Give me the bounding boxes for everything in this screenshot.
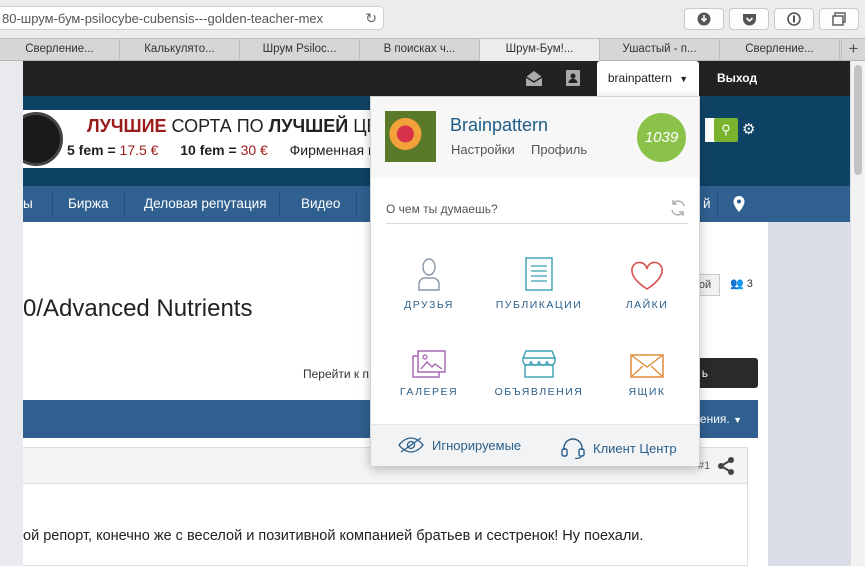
notifications-icon[interactable] [565, 69, 581, 87]
friends-label: ДРУЗЬЯ [404, 299, 454, 311]
status-placeholder: О чем ты думаешь? [386, 202, 498, 216]
site-topbar: brainpattern ▼ Выход [23, 61, 850, 98]
users-icon: 👥 [730, 278, 744, 290]
reload-icon[interactable]: ↻ [365, 10, 377, 27]
goto-link[interactable]: Перейти к п [303, 367, 369, 381]
search-icon: ⚲ [721, 122, 731, 137]
eye-slash-icon [398, 437, 424, 453]
refresh-icon[interactable] [668, 198, 688, 218]
followers-count: 👥 3 [730, 278, 753, 290]
gear-icon[interactable]: ⚙ [742, 120, 755, 138]
likes-link[interactable]: ЛАЙКИ [592, 249, 702, 319]
pocket-icon [742, 13, 756, 25]
info-circle-icon [787, 12, 801, 26]
seal-logo [23, 112, 63, 166]
friends-link[interactable]: ДРУЗЬЯ [374, 249, 484, 319]
browser-toolbar: 80-шрум-бум-psilocybe-cubensis---golden-… [0, 0, 865, 38]
ad-headline: ЛУЧШИЕ СОРТА ПО ЛУЧШЕЙ ЦЕН [87, 116, 383, 136]
nav-item-video[interactable]: Видео [291, 186, 350, 222]
nav-divider [279, 192, 280, 216]
person-icon [418, 258, 440, 291]
mail-icon [630, 354, 664, 378]
nav-item-exchange[interactable]: Биржа [58, 186, 118, 222]
status-input[interactable]: О чем ты думаешь? [386, 200, 688, 224]
browser-tab-active[interactable]: Шрум-Бум!... [480, 39, 600, 61]
download-button[interactable] [684, 8, 724, 30]
address-bar[interactable]: 80-шрум-бум-psilocybe-cubensis---golden-… [0, 6, 384, 30]
ad-prices: 5 fem = 17.5 € 10 fem = 30 € Фирменная н [67, 142, 376, 158]
store-icon [522, 350, 556, 378]
ignored-label: Игнорируемые [432, 437, 522, 453]
profile-name[interactable]: Brainpattern [450, 115, 548, 136]
user-menu-button[interactable]: brainpattern ▼ [597, 61, 699, 98]
classifieds-link[interactable]: ОБЪЯВЛЕНИЯ [484, 336, 594, 406]
download-icon [697, 12, 711, 26]
nav-item[interactable]: ы [13, 186, 43, 222]
browser-tab[interactable]: Шрум Psiloc... [240, 39, 360, 61]
gallery-link[interactable]: ГАЛЕРЕЯ [374, 336, 484, 406]
scrollbar-thumb[interactable] [854, 65, 862, 175]
nav-divider [52, 192, 53, 216]
caret-down-icon: ▼ [679, 74, 689, 84]
tabs-icon [832, 12, 846, 26]
page-scrollbar[interactable] [850, 61, 865, 566]
user-dropdown: Brainpattern Настройки Профиль 1039 О че… [370, 96, 700, 466]
banner-ad[interactable]: ЛУЧШИЕ СОРТА ПО ЛУЧШЕЙ ЦЕН 5 fem = 17.5 … [23, 110, 383, 168]
client-center-label: Клиент Центр [593, 440, 677, 456]
gallery-icon [412, 350, 446, 378]
ignored-link[interactable]: Игнорируемые [398, 437, 521, 453]
dropdown-header: Brainpattern Настройки Профиль 1039 [371, 97, 699, 178]
nav-divider [124, 192, 125, 216]
new-tab-button[interactable]: + [841, 39, 865, 61]
likes-label: ЛАЙКИ [625, 299, 669, 311]
password-button[interactable] [774, 8, 814, 30]
reputation-badge: 1039 [637, 113, 686, 162]
browser-tab[interactable]: Калькулято... [120, 39, 240, 61]
mailbox-link[interactable]: ЯЩИК [592, 336, 702, 406]
browser-tab[interactable]: Сверление... [720, 39, 840, 61]
document-icon [525, 257, 553, 291]
browser-tab[interactable]: Сверление... [0, 39, 120, 61]
username-label: brainpattern [607, 71, 672, 85]
avatar[interactable] [385, 111, 436, 162]
topic-options-dropdown[interactable]: ления. ▼ [693, 412, 742, 426]
pocket-button[interactable] [729, 8, 769, 30]
client-center-link[interactable]: Клиент Центр [561, 437, 677, 459]
messages-icon[interactable] [524, 69, 544, 87]
dropdown-footer: Игнорируемые Клиент Центр [371, 424, 699, 466]
mailbox-label: ЯЩИК [628, 386, 666, 398]
nav-divider [717, 192, 718, 216]
share-icon[interactable] [716, 456, 736, 476]
post-body: ой репорт, конечно же с веселой и позити… [23, 528, 644, 544]
browser-tab[interactable]: Ушастый - п... [600, 39, 720, 61]
browser-tab[interactable]: В поисках ч... [360, 39, 480, 61]
right-gutter [768, 222, 850, 566]
search-button[interactable]: ⚲ [714, 118, 738, 142]
tabs-overview-button[interactable] [819, 8, 859, 30]
map-pin-icon[interactable] [733, 196, 745, 212]
address-text[interactable]: 80-шрум-бум-psilocybe-cubensis---golden-… [2, 11, 352, 26]
tab-strip: Сверление... Калькулято... Шрум Psiloc..… [0, 38, 865, 61]
page-title: 0/Advanced Nutrients [23, 295, 253, 322]
settings-link[interactable]: Настройки [451, 142, 515, 157]
nav-divider [356, 192, 357, 216]
gallery-label: ГАЛЕРЕЯ [399, 386, 459, 398]
logout-link[interactable]: Выход [717, 61, 757, 96]
caret-down-icon: ▼ [733, 415, 742, 425]
profile-link[interactable]: Профиль [531, 142, 587, 157]
nav-item-reputation[interactable]: Деловая репутация [134, 186, 277, 222]
headset-icon [561, 438, 585, 459]
heart-icon [631, 261, 663, 290]
publications-label: ПУБЛИКАЦИИ [495, 299, 583, 311]
publications-link[interactable]: ПУБЛИКАЦИИ [484, 249, 594, 319]
classifieds-label: ОБЪЯВЛЕНИЯ [494, 386, 584, 398]
